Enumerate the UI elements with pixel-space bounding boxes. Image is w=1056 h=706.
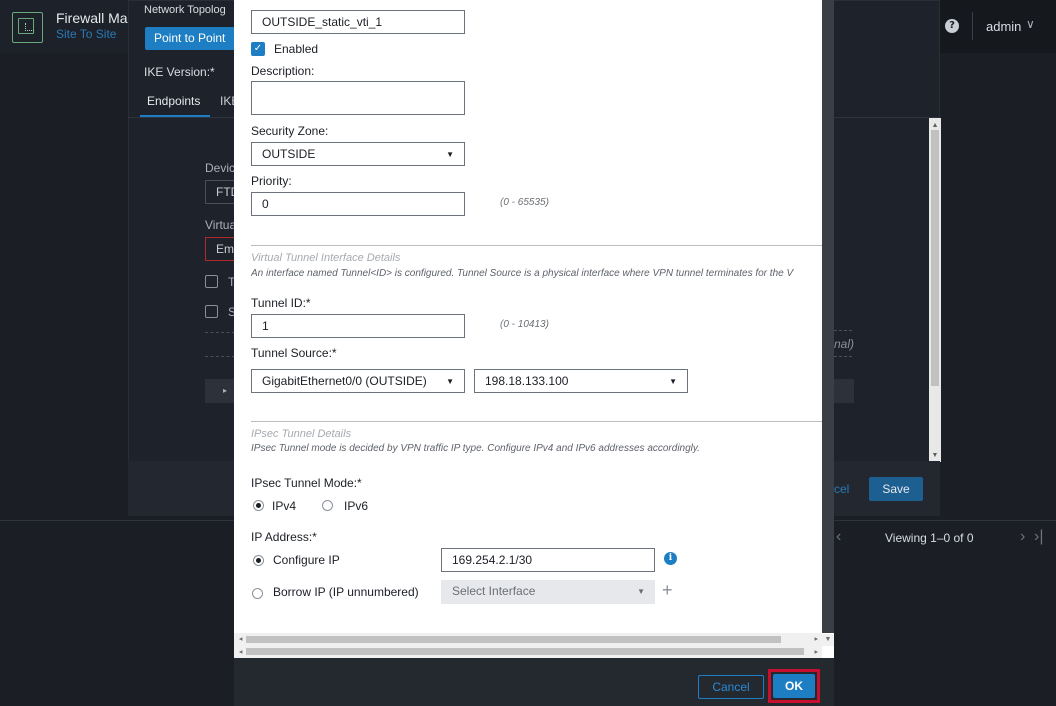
dialog-vertical-scrollbar[interactable] (822, 0, 834, 633)
horizontal-scrollbar-thumb[interactable] (246, 648, 804, 655)
section-bar (834, 379, 854, 403)
description-input[interactable] (251, 81, 465, 115)
security-zone-select[interactable]: OUTSIDE ▼ (251, 142, 465, 166)
description-label: Description: (251, 64, 315, 78)
security-zone-value: OUTSIDE (262, 147, 316, 161)
ipsec-mode-label: IPsec Tunnel Mode:* (251, 476, 362, 490)
ok-button[interactable]: OK (773, 674, 815, 698)
checkbox-t[interactable] (205, 275, 218, 288)
expand-section-button[interactable]: ▸ (205, 379, 235, 403)
vti-section-title: Virtual Tunnel Interface Details (251, 252, 401, 264)
divider (251, 421, 822, 422)
enabled-label: Enabled (274, 42, 319, 56)
ipv6-label: IPv6 (344, 499, 369, 513)
chevron-right-icon: ▸ (223, 386, 228, 395)
scroll-right-icon[interactable]: ▼ (814, 649, 820, 655)
app-title: Firewall Ma (56, 10, 128, 26)
point-to-point-button[interactable]: Point to Point (145, 27, 237, 50)
divider (834, 330, 852, 331)
ipv4-label: IPv4 (272, 499, 297, 513)
divider (205, 356, 235, 357)
borrow-ip-radio[interactable] (252, 588, 263, 599)
divider (205, 332, 235, 333)
ipv6-radio[interactable] (322, 500, 333, 511)
divider (251, 245, 822, 246)
chevron-down-icon: ▼ (446, 377, 454, 386)
ike-version-label: IKE Version:* (144, 65, 215, 79)
tunnel-source-interface-select[interactable]: GigabitEthernet0/0 (OUTSIDE) ▼ (251, 369, 465, 393)
prev-page-icon[interactable]: ‹ (836, 528, 841, 546)
chevron-down-icon[interactable]: ∨ (1026, 17, 1035, 31)
wizard-save-button[interactable]: Save (869, 477, 923, 501)
scroll-down-icon[interactable]: ▼ (822, 634, 834, 646)
configure-ip-radio[interactable] (253, 555, 264, 566)
tunnel-id-input[interactable]: 1 (251, 314, 465, 338)
ip-address-label: IP Address:* (251, 530, 317, 544)
last-page-icon[interactable]: ›| (1034, 528, 1043, 546)
vti-section-description: An interface named Tunnel<ID> is configu… (251, 268, 794, 279)
scroll-left-icon[interactable]: ▼ (237, 636, 243, 642)
select-interface-placeholder: Select Interface (452, 584, 536, 598)
chevron-down-icon: ▼ (669, 377, 677, 386)
tunnel-id-hint: (0 - 10413) (500, 319, 549, 330)
breadcrumb-site-to-site[interactable]: Site To Site (56, 27, 116, 41)
app-logo-icon[interactable] (12, 12, 43, 43)
ipv4-radio[interactable] (253, 500, 264, 511)
priority-label: Priority: (251, 174, 292, 188)
optional-text: nal) (834, 337, 855, 351)
wizard-scrollbar-thumb[interactable] (931, 130, 939, 386)
select-interface-dropdown[interactable]: Select Interface ▼ (441, 580, 655, 604)
virtual-tunnel-select[interactable]: Em (205, 237, 235, 261)
device-select[interactable]: FTD (205, 180, 239, 204)
tab-endpoints[interactable]: Endpoints (140, 94, 210, 118)
tunnel-source-ip-value: 198.18.133.100 (485, 374, 569, 388)
ipsec-section-description: IPsec Tunnel mode is decided by VPN traf… (251, 443, 700, 454)
network-topology-label: Network Topolog (144, 4, 226, 16)
tunnel-source-label: Tunnel Source:* (251, 346, 337, 360)
device-label: Devic (205, 161, 236, 175)
user-menu[interactable]: admin (986, 19, 1021, 34)
priority-input[interactable]: 0 (251, 192, 465, 216)
scroll-up-icon[interactable]: ▼ (929, 118, 941, 130)
security-zone-label: Security Zone: (251, 124, 329, 138)
tunnel-source-interface-value: GigabitEthernet0/0 (OUTSIDE) (262, 374, 427, 388)
chevron-down-icon: ▼ (637, 587, 645, 596)
tunnel-id-label: Tunnel ID:* (251, 296, 311, 310)
name-input[interactable]: OUTSIDE_static_vti_1 (251, 10, 465, 34)
tunnel-source-ip-select[interactable]: 198.18.133.100 ▼ (474, 369, 688, 393)
divider (834, 356, 852, 357)
divider (972, 12, 973, 40)
help-icon[interactable]: ? (945, 19, 959, 33)
cancel-button[interactable]: Cancel (698, 675, 764, 699)
horizontal-scrollbar-thumb[interactable] (246, 636, 781, 643)
priority-hint: (0 - 65535) (500, 197, 549, 208)
configure-ip-label: Configure IP (273, 553, 340, 567)
ipsec-section-title: IPsec Tunnel Details (251, 428, 352, 440)
info-icon[interactable]: i (664, 552, 677, 565)
scroll-left-icon[interactable]: ▼ (237, 649, 243, 655)
chevron-down-icon: ▼ (446, 150, 454, 159)
next-page-icon[interactable]: › (1020, 528, 1025, 546)
wizard-cancel-button[interactable]: cel (834, 482, 849, 496)
configure-ip-input[interactable]: 169.254.2.1/30 (441, 548, 655, 572)
enabled-checkbox[interactable]: ✓ (251, 42, 265, 56)
pagination-status: Viewing 1–0 of 0 (885, 531, 974, 545)
virtual-tunnel-label: Virtua (205, 218, 237, 232)
plus-icon[interactable]: + (662, 580, 673, 601)
borrow-ip-label: Borrow IP (IP unnumbered) (273, 585, 419, 599)
checkbox-s[interactable] (205, 305, 218, 318)
scroll-right-icon[interactable]: ▼ (814, 636, 820, 642)
